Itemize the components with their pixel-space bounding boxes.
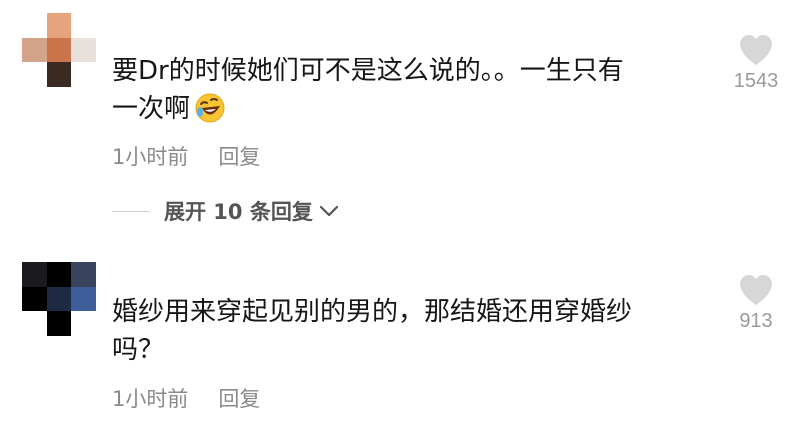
like-count: 913	[739, 310, 773, 332]
like-button[interactable]: 1543	[722, 34, 790, 93]
reply-button[interactable]: 回复	[218, 387, 260, 411]
heart-icon	[740, 35, 772, 65]
comment-section: 要Dr的时候她们可不是这么说的。。一生只有 一次啊 1小时前 回复 1543 展开…	[0, 0, 800, 434]
comment-meta: 1小时前 回复	[112, 383, 260, 413]
avatar[interactable]	[22, 262, 96, 336]
comment-line: 要Dr的时候她们可不是这么说的。。一生只有	[112, 56, 624, 86]
comment-time: 1小时前	[112, 387, 189, 411]
comment-meta: 1小时前 回复	[112, 141, 260, 171]
like-button[interactable]: 913	[722, 274, 790, 333]
avatar[interactable]	[22, 13, 96, 87]
rolling-laughing-emoji-icon	[195, 93, 225, 123]
reply-button[interactable]: 回复	[218, 145, 260, 169]
comment-text: 要Dr的时候她们可不是这么说的。。一生只有 一次啊	[112, 52, 624, 128]
comment-time: 1小时前	[112, 145, 189, 169]
comment-text: 婚纱用来穿起见别的男的，那结婚还用穿婚纱 吗？	[112, 293, 632, 369]
expand-replies-button[interactable]: 展开 10 条回复	[112, 196, 339, 226]
chevron-down-icon	[319, 205, 338, 217]
comment-line: 婚纱用来穿起见别的男的，那结婚还用穿婚纱	[112, 297, 633, 327]
heart-icon	[740, 275, 772, 305]
comment-line: 吗？	[112, 335, 165, 365]
divider-line	[112, 210, 150, 212]
comment-line: 一次啊	[112, 90, 624, 128]
expand-replies-label: 展开 10 条回复	[164, 200, 313, 224]
like-count: 1543	[733, 70, 779, 92]
